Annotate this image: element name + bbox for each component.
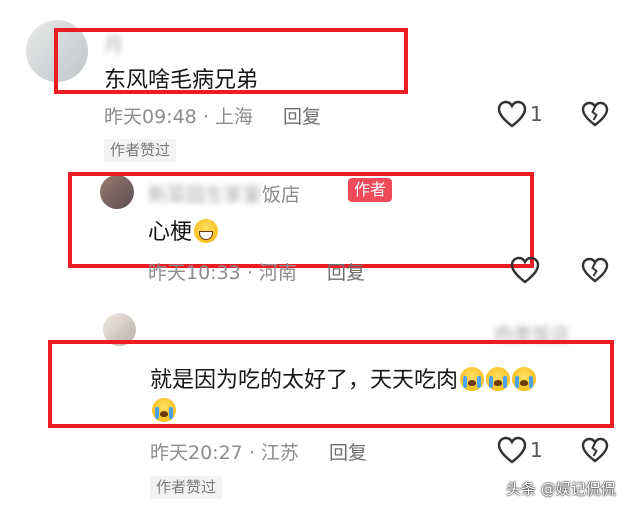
comment-meta: 昨天10:33 · 河南 回复 [148, 258, 365, 285]
reply-button[interactable]: 回复 [283, 106, 321, 128]
crying-emoji-icon [460, 367, 485, 391]
dislike-heart-icon[interactable] [581, 257, 609, 283]
grin-emoji-icon [194, 219, 219, 243]
crying-emoji-icon [486, 367, 511, 391]
like-count: 1 [530, 102, 543, 126]
crying-emoji-icon [512, 367, 537, 391]
highlight-box [68, 172, 534, 268]
comment-meta: 昨天20:27 · 江苏 回复 [150, 438, 367, 465]
comment-text-body: 心梗 [148, 220, 193, 245]
comment-meta: 昨天09:48 · 上海 回复 [104, 102, 321, 129]
heart-icon[interactable] [497, 100, 527, 128]
comment-text-continued [150, 398, 176, 422]
comment-text: 就是因为吃的太好了，天天吃肉 [150, 362, 537, 394]
dislike-heart-icon[interactable] [581, 101, 609, 127]
comment-location: 河南 [258, 262, 297, 284]
heart-icon[interactable] [510, 256, 540, 284]
comment-location: 上海 [214, 106, 253, 128]
comment-time: 昨天20:27 [150, 442, 243, 464]
dislike-heart-icon[interactable] [581, 437, 609, 463]
crying-emoji-icon [152, 398, 176, 422]
comment-time: 昨天10:33 [148, 262, 241, 284]
comment-text: 东风啥毛病兄弟 [104, 68, 259, 93]
reply-button[interactable]: 回复 [329, 442, 367, 464]
meta-separator: · [246, 262, 253, 284]
comment-text-body: 就是因为吃的太好了，天天吃肉 [150, 368, 459, 393]
heart-icon[interactable] [497, 436, 527, 464]
comment-time: 昨天09:48 [104, 106, 197, 128]
comment-text: 心梗 [148, 214, 219, 246]
like-count: 1 [530, 438, 543, 462]
reply-button[interactable]: 回复 [327, 262, 365, 284]
meta-separator: · [248, 442, 255, 464]
watermark: 头条 @娱记侃侃 [506, 480, 616, 498]
comment-location: 江苏 [260, 442, 299, 464]
author-liked-badge: 作者赞过 [104, 139, 177, 162]
meta-separator: · [202, 106, 209, 128]
author-liked-badge: 作者赞过 [150, 476, 223, 499]
